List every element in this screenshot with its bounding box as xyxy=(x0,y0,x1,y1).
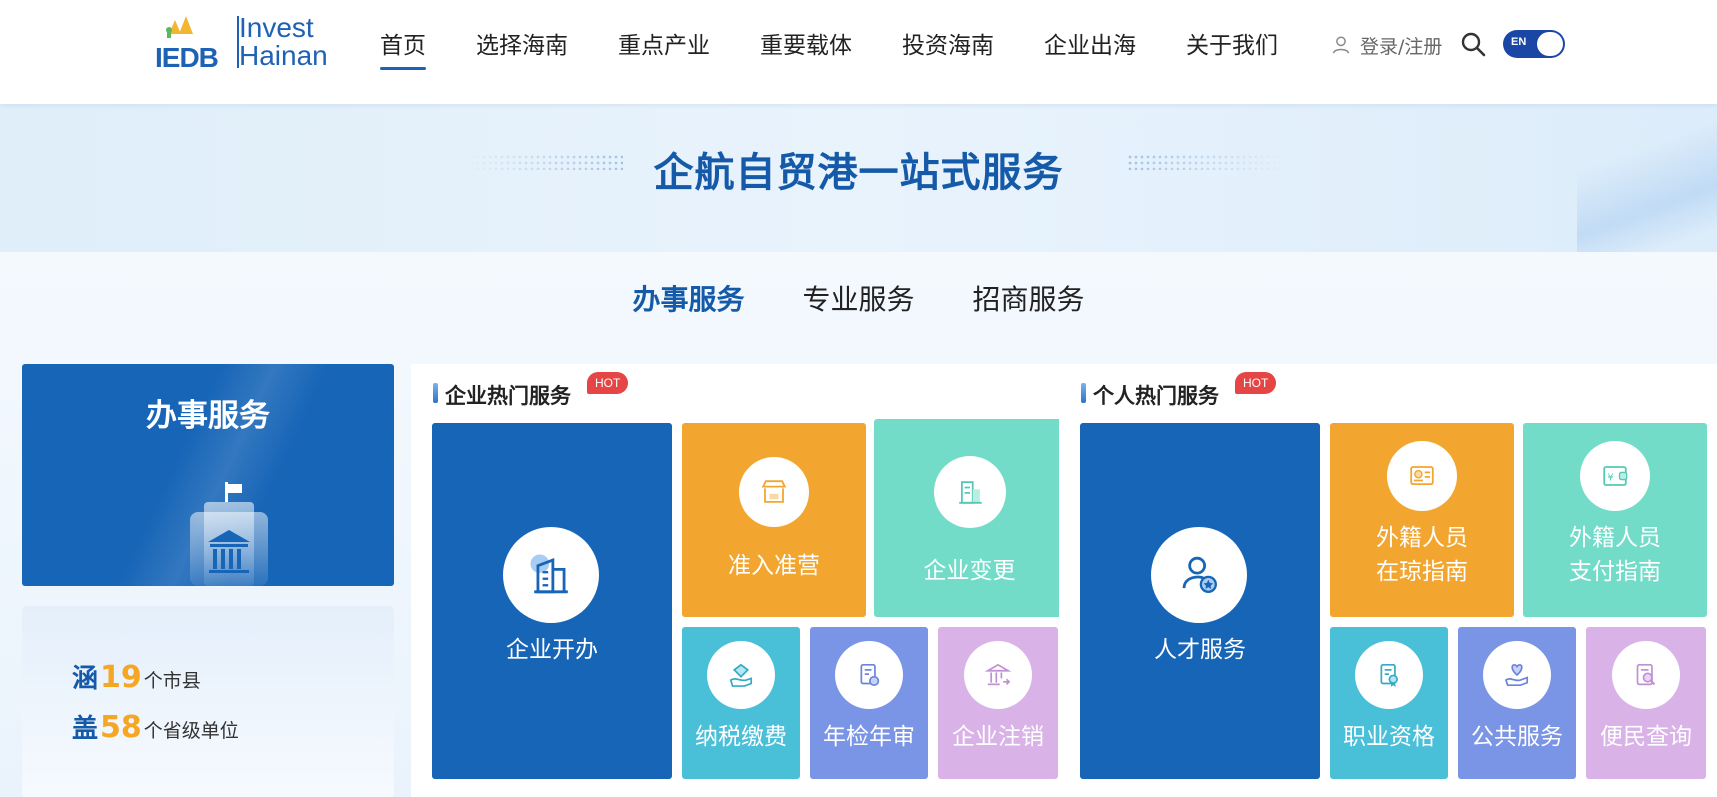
stat-prefix: 盖 xyxy=(72,714,99,744)
stat-counties: 涵 19 个市县 xyxy=(72,658,201,695)
tile-label: 纳税缴费 xyxy=(695,724,787,750)
tile-public-service[interactable]: 公共服务 xyxy=(1458,627,1576,779)
language-label: EN xyxy=(1511,36,1527,48)
tile-label: 准入准营 xyxy=(728,553,820,579)
tile-foreigner-guide[interactable]: 外籍人员 在琼指南 xyxy=(1330,423,1514,617)
tab-investment-service[interactable]: 招商服务 xyxy=(973,278,1085,318)
search-icon[interactable] xyxy=(1460,31,1486,57)
stat-suffix: 个市县 xyxy=(143,670,201,692)
nav-item-about-us[interactable]: 关于我们 xyxy=(1186,26,1278,66)
hot-badge: HOT xyxy=(1235,372,1277,394)
enterprise-panel-title: 企业热门服务 xyxy=(433,380,571,410)
tile-professional-qualification[interactable]: 职业资格 xyxy=(1330,627,1448,779)
storefront-icon xyxy=(739,457,809,527)
tile-label: 年检年审 xyxy=(823,724,915,750)
tile-annual-inspection[interactable]: 年检年审 xyxy=(810,627,928,779)
site-header: IEDB Invest Hainan 首页 选择海南 重点产业 重要载体 投资海… xyxy=(0,0,1717,104)
office-building-icon xyxy=(503,527,599,623)
wallet-yuan-icon: ¥ xyxy=(1580,441,1650,511)
logo[interactable]: IEDB Invest Hainan xyxy=(155,12,335,74)
tab-professional-service[interactable]: 专业服务 xyxy=(802,278,914,318)
user-icon xyxy=(1332,36,1350,54)
inspection-document-icon xyxy=(835,641,903,709)
side-card-title: 办事服务 xyxy=(146,398,270,434)
logo-abbr: IEDB xyxy=(155,42,219,73)
tab-affairs-service[interactable]: 办事服务 xyxy=(632,278,744,318)
svg-text:¥: ¥ xyxy=(1607,473,1613,484)
heart-hand-icon xyxy=(1483,641,1551,709)
tile-market-access[interactable]: 准入准营 xyxy=(682,423,866,617)
tile-talent-service[interactable]: 人才服务 xyxy=(1080,423,1320,779)
service-section: 办事服务 专业服务 招商服务 办事服务 涵 19 个市县 盖 58 个省级单位 … xyxy=(0,252,1717,797)
login-label: 登录/注册 xyxy=(1360,35,1443,58)
tile-label-line2: 支付指南 xyxy=(1569,559,1661,585)
tile-tax-payment[interactable]: 纳税缴费 xyxy=(682,627,800,779)
nav-item-home[interactable]: 首页 xyxy=(380,26,426,70)
tile-label-line1: 外籍人员 xyxy=(1376,525,1468,551)
tile-label: 企业注销 xyxy=(952,724,1044,750)
tile-label-line1: 外籍人员 xyxy=(1569,525,1661,551)
tile-label: 企业变更 xyxy=(923,558,1016,584)
tile-label: 公共服务 xyxy=(1471,724,1563,750)
tile-company-setup[interactable]: 企业开办 xyxy=(432,423,672,779)
government-building-icon xyxy=(190,482,268,586)
passport-card-icon xyxy=(1387,441,1457,511)
coverage-stats-card: 涵 19 个市县 盖 58 个省级单位 xyxy=(22,606,394,797)
tax-hand-icon xyxy=(707,641,775,709)
bank-exit-icon xyxy=(964,641,1032,709)
logo-line2: Hainan xyxy=(239,40,328,71)
tile-label: 职业资格 xyxy=(1343,724,1435,750)
login-register-link[interactable]: 登录/注册 xyxy=(1330,30,1442,60)
language-toggle[interactable]: EN xyxy=(1503,30,1565,58)
tile-company-cancellation[interactable]: 企业注销 xyxy=(938,627,1058,779)
toggle-knob xyxy=(1537,32,1563,56)
personal-services-panel: 个人热门服务 HOT 人才服务 外籍人员 在琼指南 ¥ 外籍人员 支付指南 职业… xyxy=(1059,364,1717,797)
stat-number: 19 xyxy=(100,660,142,695)
stat-number: 58 xyxy=(100,710,142,745)
nav-item-invest-hainan[interactable]: 投资海南 xyxy=(902,26,994,66)
hot-badge: HOT xyxy=(587,372,629,394)
nav-item-key-industries[interactable]: 重点产业 xyxy=(618,26,710,66)
tile-company-change[interactable]: 企业变更 xyxy=(874,419,1065,617)
nav-item-choose-hainan[interactable]: 选择海南 xyxy=(476,26,568,66)
nav-item-key-carriers[interactable]: 重要载体 xyxy=(760,26,852,66)
enterprise-services-panel: 企业热门服务 HOT 企业开办 准入准营 企业变更 纳税缴费 年检年审 企业注销 xyxy=(411,364,1065,797)
certificate-icon xyxy=(1355,641,1423,709)
side-service-card[interactable]: 办事服务 xyxy=(22,364,394,586)
tile-foreigner-payment-guide[interactable]: ¥ 外籍人员 支付指南 xyxy=(1523,423,1707,617)
tile-label-line2: 在琼指南 xyxy=(1376,559,1468,585)
logo-line1: Invest xyxy=(239,12,314,43)
document-search-icon xyxy=(1612,641,1680,709)
stat-prefix: 涵 xyxy=(72,664,99,694)
personal-panel-title: 个人热门服务 xyxy=(1081,380,1219,410)
tile-label: 人才服务 xyxy=(1154,637,1246,663)
building-change-icon xyxy=(934,456,1006,528)
tile-label: 企业开办 xyxy=(506,637,598,663)
tile-label: 便民查询 xyxy=(1600,724,1692,750)
banner-title: 企航自贸港一站式服务 xyxy=(653,150,1064,196)
nav-item-go-global[interactable]: 企业出海 xyxy=(1044,26,1136,66)
tile-convenience-query[interactable]: 便民查询 xyxy=(1586,627,1706,779)
stat-suffix: 个省级单位 xyxy=(143,720,239,742)
main-nav: 首页 选择海南 重点产业 重要载体 投资海南 企业出海 关于我们 xyxy=(380,26,1328,70)
stat-units: 盖 58 个省级单位 xyxy=(72,708,239,745)
service-tabs: 办事服务 专业服务 招商服务 xyxy=(0,278,1717,318)
talent-person-icon xyxy=(1151,527,1247,623)
banner-dots-right xyxy=(1127,154,1287,170)
